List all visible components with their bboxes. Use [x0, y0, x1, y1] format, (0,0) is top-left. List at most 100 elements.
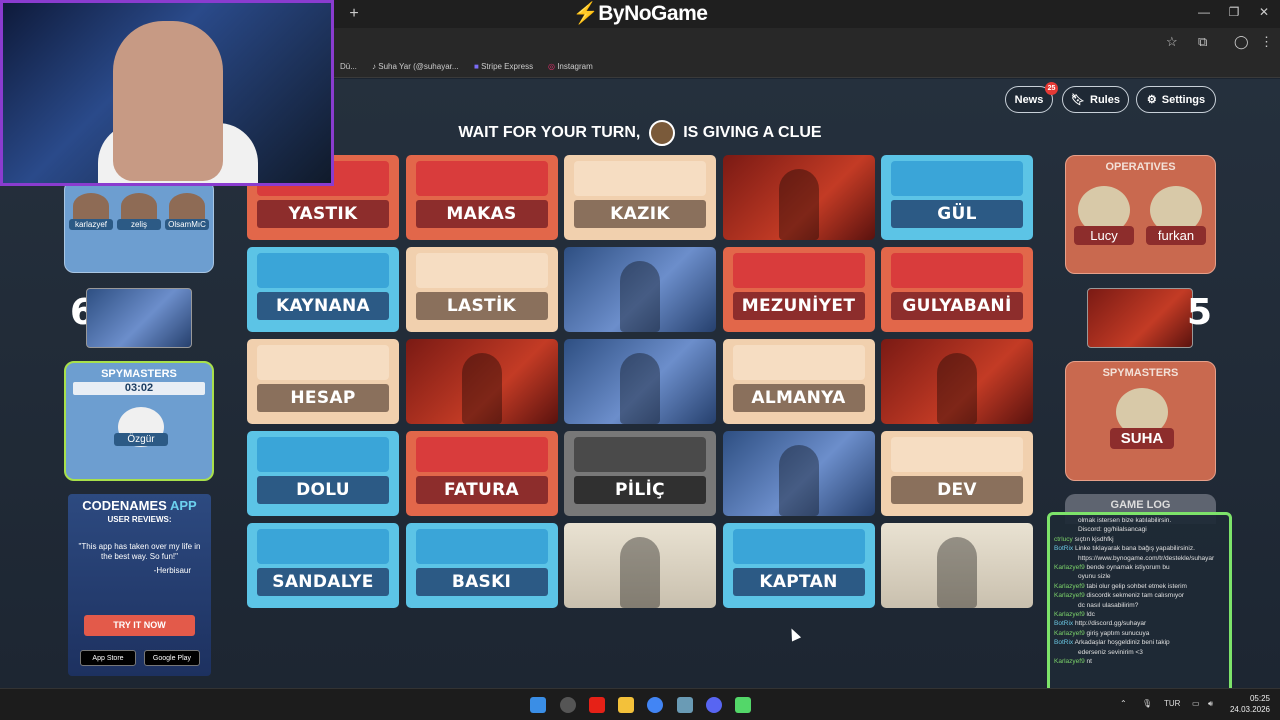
chat-text: olmak istersen bize katılabilirsin. [1078, 517, 1172, 524]
word-card[interactable]: MAKAS [405, 155, 558, 240]
word-card[interactable] [564, 523, 716, 608]
webcam-overlay [0, 0, 334, 186]
chat-text: nt [1086, 658, 1092, 666]
word-card[interactable] [722, 155, 875, 240]
blue-spymasters-panel: SPYMASTERS 03:02 Özgür [64, 361, 214, 481]
red-score: 5 [1187, 292, 1213, 333]
card-word: MEZUNİYET [732, 292, 865, 320]
profile-icon[interactable]: ◯ [1234, 34, 1249, 50]
chat-text: dc nasıl ulasabilirim? [1078, 601, 1139, 609]
close-icon[interactable]: ✕ [1254, 5, 1274, 19]
volume-icon[interactable]: 🔊︎ [1208, 699, 1213, 709]
news-button[interactable]: News 25 [1005, 82, 1058, 113]
word-card[interactable]: DOLU [247, 431, 399, 516]
word-card[interactable]: GULYABANİ [881, 247, 1033, 332]
chat-message: Karlazyef9 tabi olur gelip sohbet etmek … [1054, 582, 1225, 591]
app-icon[interactable] [735, 697, 751, 713]
try-it-now-button[interactable]: TRY IT NOW [84, 615, 195, 636]
start-icon[interactable] [530, 697, 546, 713]
chat-message: Karlazyef9 bende oynamak istiyorum bu [1054, 563, 1225, 572]
word-card[interactable]: FATURA [405, 431, 558, 516]
word-card[interactable] [881, 339, 1033, 424]
gear-icon: ⚙ [1146, 94, 1157, 106]
star-icon[interactable]: ☆ [1166, 34, 1178, 50]
word-card[interactable]: MEZUNİYET [722, 247, 875, 332]
card-word: GÜL [891, 200, 1023, 228]
stripe-icon: ■ [474, 62, 482, 71]
avatar [73, 193, 109, 219]
chat-message: Karlazyef9 giriş yaptım sunucuya [1054, 629, 1225, 638]
app-store-button[interactable]: App Store [80, 650, 136, 666]
chat-text: ldc [1086, 611, 1095, 619]
microphone-icon[interactable]: 🎙︎ [1142, 699, 1152, 708]
blue-agent-card [86, 288, 192, 348]
word-card[interactable] [405, 339, 558, 424]
chat-message: BotRix http://discord.gg/suhayar [1054, 619, 1225, 628]
chat-text: Discord: gg/hilalsancagi [1078, 526, 1147, 534]
word-card[interactable]: DEV [881, 431, 1033, 516]
chat-message: ctrlucy sıçtın kjsdhfkj [1054, 535, 1225, 544]
language-indicator[interactable]: TUR [1164, 699, 1180, 708]
word-card[interactable]: HESAP [247, 339, 399, 424]
word-card[interactable]: LASTİK [405, 247, 558, 332]
chat-message: dc nasıl ulasabilirim? [1054, 601, 1225, 610]
word-card[interactable]: PİLİÇ [564, 431, 716, 516]
rules-button[interactable]: 🔖︎ Rules [1062, 86, 1129, 113]
news-count-badge: 25 [1045, 82, 1058, 95]
word-card[interactable]: KAYNANA [247, 247, 399, 332]
chat-message: Karlazyef9 ldc [1054, 610, 1225, 619]
chrome-icon[interactable] [647, 697, 663, 713]
word-card[interactable]: KAZIK [564, 155, 716, 240]
chat-message: olmak istersen bize katılabilirsin. [1054, 516, 1225, 525]
card-word: DOLU [257, 476, 389, 504]
google-play-button[interactable]: Google Play [144, 650, 200, 666]
folder-icon[interactable] [618, 697, 634, 713]
maximize-icon[interactable]: ❐ [1224, 5, 1244, 19]
card-word: KAYNANA [257, 292, 389, 320]
operative: furkan [1146, 186, 1206, 245]
card-word: SANDALYE [257, 568, 389, 596]
red-spymasters-panel: SPYMASTERS SUHA [1065, 361, 1216, 481]
chevron-up-icon[interactable]: ⌃ [1120, 699, 1127, 708]
chat-text: sıçtın kjsdhfkj [1074, 535, 1114, 543]
chat-text: discordk sekmeniz tam calısmıyor [1086, 592, 1185, 600]
word-card[interactable] [564, 247, 716, 332]
chat-text: Linke tıklayarak bana bağış yapabilirsin… [1074, 545, 1195, 553]
bookmark-item[interactable]: ♪ Suha Yar (@suhayar... [372, 62, 459, 71]
minimize-icon[interactable]: — [1194, 5, 1214, 19]
taskbar: ⌃ 🎙︎ TUR ▭ 🔊︎ 05:25 24.03.2026 [0, 688, 1280, 720]
logo-mark-icon: ⚡ [572, 2, 599, 25]
agent-portrait [620, 261, 660, 332]
chat-message: oyunu sizle [1054, 572, 1225, 581]
bookmark-item[interactable]: Dü... [340, 62, 357, 71]
speedometer-icon[interactable] [560, 697, 576, 713]
bookmark-item[interactable]: ■ Stripe Express [474, 62, 533, 71]
agent-portrait [620, 537, 660, 608]
network-icon[interactable]: ▭ [1192, 699, 1200, 708]
chat-username: Karlazyef9 [1054, 582, 1085, 590]
agent-portrait [778, 169, 819, 240]
word-card[interactable]: ALMANYA [722, 339, 875, 424]
extensions-icon[interactable]: ⧉ [1198, 34, 1207, 50]
chat-message: BotRix Arkadaşlar hoşgeldiniz beni takip [1054, 638, 1225, 647]
app-icon[interactable] [677, 697, 693, 713]
word-card[interactable]: SANDALYE [247, 523, 399, 608]
word-card[interactable]: GÜL [881, 155, 1033, 240]
youtube-icon[interactable] [589, 697, 605, 713]
menu-icon[interactable]: ⋮ [1260, 34, 1273, 50]
word-card[interactable] [722, 431, 875, 516]
avatar [121, 193, 157, 219]
word-card[interactable]: BASKI [405, 523, 558, 608]
bookmark-item[interactable]: ◎ Instagram [548, 62, 593, 71]
settings-button[interactable]: ⚙ Settings [1136, 86, 1216, 113]
word-card[interactable] [564, 339, 716, 424]
chat-text: bende oynamak istiyorum bu [1086, 564, 1170, 572]
chat-username: ctrlucy [1054, 535, 1073, 543]
chat-text: http://discord.gg/suhayar [1074, 620, 1147, 628]
operative: Lucy [1074, 186, 1134, 245]
system-clock[interactable]: 05:25 24.03.2026 [1230, 693, 1270, 715]
discord-icon[interactable] [706, 697, 722, 713]
card-word: FATURA [415, 476, 548, 504]
word-card[interactable] [881, 523, 1033, 608]
word-card[interactable]: KAPTAN [722, 523, 875, 608]
